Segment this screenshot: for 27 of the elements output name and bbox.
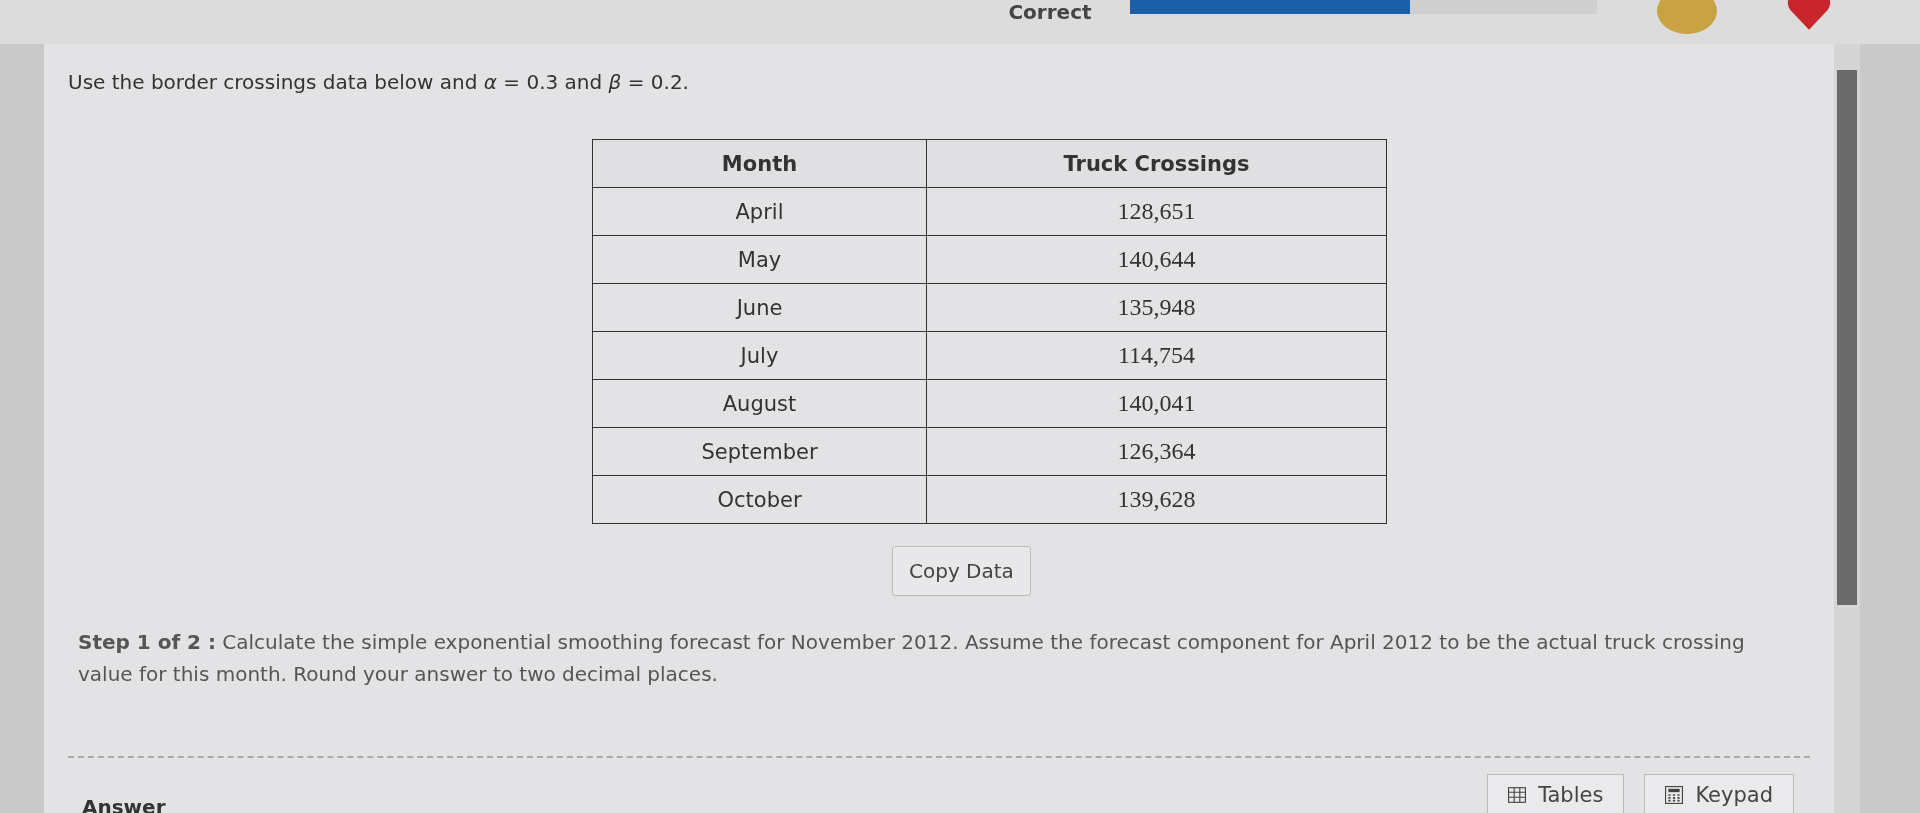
table-cell: April	[592, 187, 927, 236]
table-cell: July	[592, 331, 927, 380]
table-cell: September	[592, 427, 927, 476]
calculator-icon	[1665, 786, 1684, 804]
table-cell: 140,041	[926, 379, 1387, 428]
table-cell: 139,628	[926, 475, 1387, 524]
heart-icon	[1787, 0, 1831, 31]
table-cell: 126,364	[926, 427, 1387, 476]
question-text: Use the border crossings data below and α = 0.3 and β = 0.2.	[68, 70, 690, 94]
table-cell: August	[592, 379, 927, 428]
scrollbar-thumb[interactable]	[1837, 70, 1857, 605]
copy-data-button[interactable]: Copy Data	[892, 546, 1031, 596]
column-header: Truck Crossings	[926, 139, 1387, 188]
table-cell: 140,644	[926, 235, 1387, 284]
coin-icon	[1657, 0, 1717, 34]
table-cell: June	[592, 283, 927, 332]
table-cell: 135,948	[926, 283, 1387, 332]
table-cell: October	[592, 475, 927, 524]
table-cell: 114,754	[926, 331, 1387, 380]
step-text: Step 1 of 2 : Calculate the simple exponential smoothing forecast for November 2012. Assume the forecast component for April 2012 to be the actual truck crossing value for this month. Round your answer to two decimal places.	[78, 629, 1746, 688]
tables-button[interactable]: Tables	[1487, 774, 1625, 813]
keypad-button[interactable]: Keypad	[1644, 774, 1794, 813]
table-cell: 128,651	[926, 187, 1387, 236]
status-text: Correct	[1007, 0, 1093, 24]
table-cell: May	[592, 235, 927, 284]
column-header: Month	[592, 139, 927, 188]
table-icon	[1508, 787, 1527, 803]
